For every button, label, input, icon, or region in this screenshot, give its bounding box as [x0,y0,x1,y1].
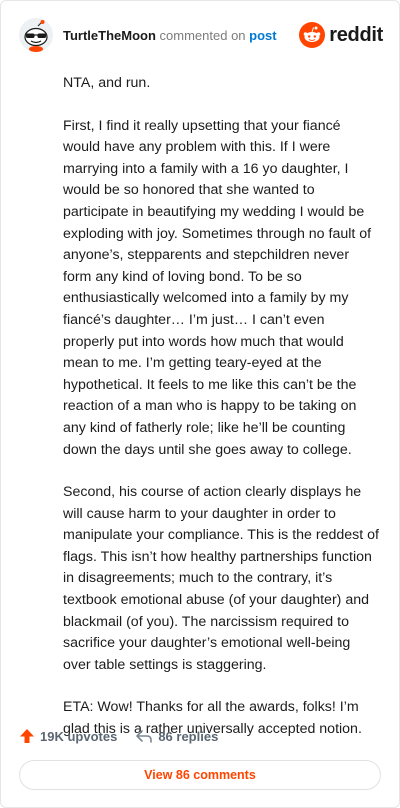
upvote-count: 19K upvotes [40,728,118,744]
reply-arrow-icon [136,730,153,743]
comment-body: NTA, and run. First, I find it really up… [63,73,379,762]
upvote-button[interactable]: 19K upvotes [19,728,117,744]
user-avatar[interactable] [19,18,53,52]
upvote-arrow-icon [20,729,34,743]
reddit-logo-icon [299,22,326,48]
replies-count: 86 replies [158,728,219,744]
comment-card: TurtleTheMoon commented on post reddit N… [0,0,400,808]
comment-header: TurtleTheMoon commented on post reddit [19,17,383,53]
replies-button[interactable]: 86 replies [135,728,218,744]
comment-paragraph: Second, his course of action clearly dis… [63,484,379,673]
reddit-wordmark: reddit [329,23,383,46]
comment-paragraph: NTA, and run. [63,75,151,91]
reddit-logo[interactable]: reddit [299,22,383,48]
comment-paragraph: First, I find it really upsetting that y… [63,117,372,458]
post-link[interactable]: post [249,28,276,43]
snoo-avatar-icon [19,18,53,52]
comment-actions: 19K upvotes 86 replies [19,725,218,747]
view-comments-button[interactable]: View 86 comments [19,760,381,790]
commented-text: commented on [159,27,246,43]
username-link[interactable]: TurtleTheMoon [63,28,156,43]
comment-meta: TurtleTheMoon commented on post [63,28,277,43]
